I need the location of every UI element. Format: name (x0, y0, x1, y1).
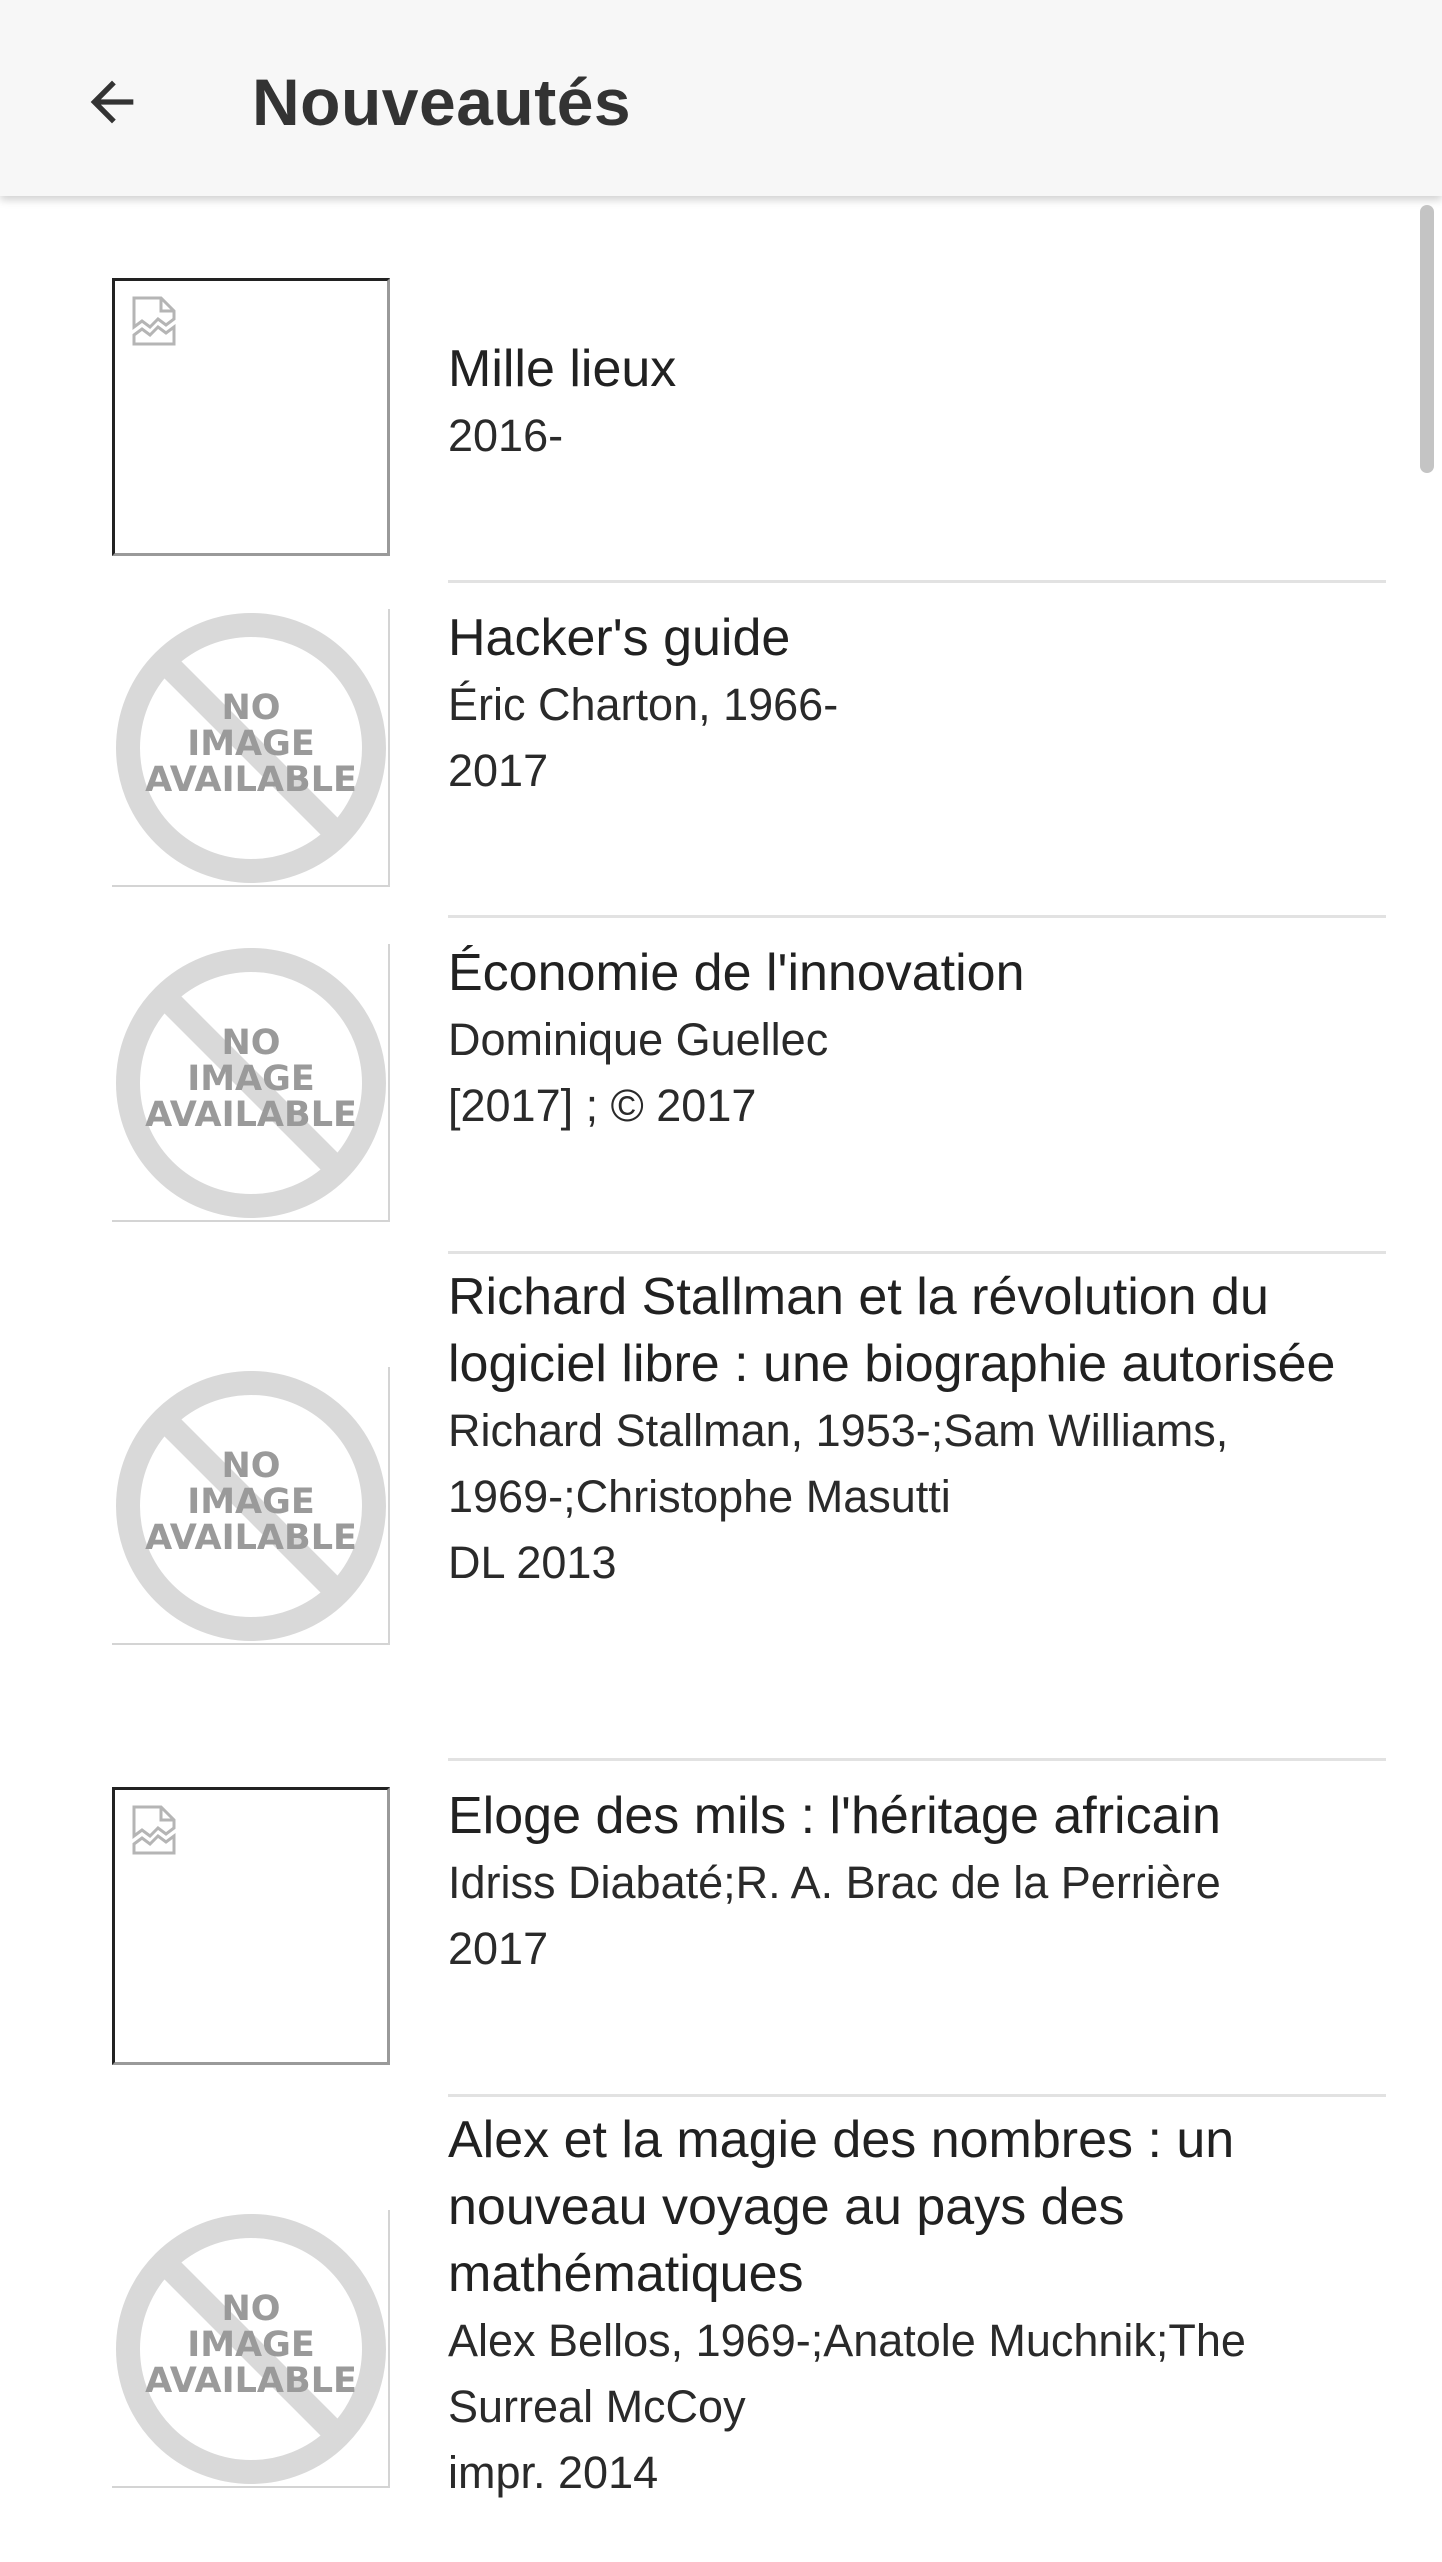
book-date: DL 2013 (448, 1537, 617, 1588)
list-item[interactable]: NO IMAGE AVAILABLE Économie de l'innovat… (0, 918, 1442, 1252)
scrollbar[interactable] (1420, 205, 1434, 473)
back-button[interactable] (64, 54, 160, 150)
no-image-text: NO (221, 1446, 280, 1486)
book-author: Richard Stallman, 1953-;Sam Williams, 19… (448, 1405, 1229, 1522)
broken-image-icon (132, 1805, 176, 1855)
book-date: impr. 2014 (448, 2447, 659, 2498)
book-date: 2016- (448, 410, 564, 461)
no-image-text: AVAILABLE (145, 1095, 357, 1135)
results-list: Mille lieux 2016- NO IMAGE AVAILABLE Hac… (0, 196, 1442, 2562)
no-image-text: IMAGE (187, 724, 315, 764)
book-title: Richard Stallman et la révolution du log… (448, 1268, 1336, 1393)
page-title: Nouveautés (252, 65, 632, 139)
book-title: Eloge des mils : l'héritage africain (448, 1787, 1221, 1845)
no-image-text: IMAGE (187, 2325, 315, 2365)
arrow-left-icon (90, 80, 134, 124)
no-image-available-icon: NO IMAGE AVAILABLE (116, 1371, 386, 1641)
list-item[interactable]: NO IMAGE AVAILABLE Hacker's guide Éric C… (0, 583, 1442, 917)
no-image-text: NO (221, 1023, 280, 1063)
book-author: Idriss Diabaté;R. A. Brac de la Perrière (448, 1857, 1221, 1908)
book-author: Alex Bellos, 1969-;Anatole Muchnik;The S… (448, 2315, 1246, 2432)
no-image-available-icon: NO IMAGE AVAILABLE (116, 2214, 386, 2484)
book-date: [2017] ; © 2017 (448, 1080, 757, 1131)
list-item[interactable]: Eloge des mils : l'héritage africain Idr… (0, 1761, 1442, 2095)
book-cover-thumbnail (112, 278, 390, 556)
book-title: Économie de l'innovation (448, 944, 1025, 1002)
app-bar: Nouveautés (0, 0, 1442, 196)
book-title: Hacker's guide (448, 609, 791, 667)
book-cover-thumbnail: NO IMAGE AVAILABLE (112, 944, 390, 1222)
no-image-text: AVAILABLE (145, 2361, 357, 2401)
no-image-available-icon: NO IMAGE AVAILABLE (116, 613, 386, 883)
book-author: Dominique Guellec (448, 1014, 829, 1065)
list-item[interactable]: NO IMAGE AVAILABLE Richard Stallman et l… (0, 1254, 1442, 1758)
book-date: 2017 (448, 745, 549, 796)
no-image-text: IMAGE (187, 1059, 315, 1099)
no-image-text: AVAILABLE (145, 1518, 357, 1558)
no-image-available-icon: NO IMAGE AVAILABLE (116, 948, 386, 1218)
no-image-text: NO (221, 2289, 280, 2329)
list-item[interactable]: NO IMAGE AVAILABLE Alex et la magie des … (0, 2097, 1442, 2562)
book-cover-thumbnail: NO IMAGE AVAILABLE (112, 609, 390, 887)
book-cover-thumbnail: NO IMAGE AVAILABLE (112, 2210, 390, 2488)
list-item[interactable]: Mille lieux 2016- (0, 196, 1442, 582)
book-title: Alex et la magie des nombres : un nouvea… (448, 2111, 1235, 2303)
book-date: 2017 (448, 1923, 549, 1974)
broken-image-icon (132, 296, 176, 346)
book-cover-thumbnail (112, 1787, 390, 2065)
book-author: Éric Charton, 1966- (448, 679, 839, 730)
no-image-text: IMAGE (187, 1482, 315, 1522)
book-title: Mille lieux (448, 340, 677, 398)
no-image-text: NO (221, 688, 280, 728)
no-image-text: AVAILABLE (145, 760, 357, 800)
book-cover-thumbnail: NO IMAGE AVAILABLE (112, 1367, 390, 1645)
